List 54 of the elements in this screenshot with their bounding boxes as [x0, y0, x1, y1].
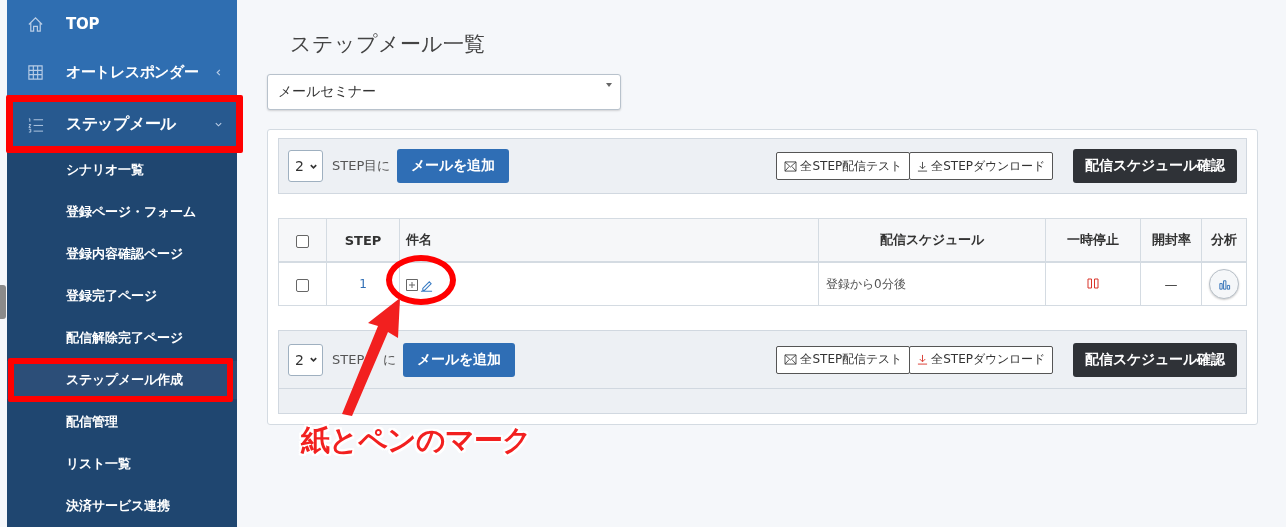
test-send-button[interactable]: 全STEP配信テスト	[776, 152, 911, 180]
pen-icon[interactable]	[420, 278, 433, 292]
row-checkbox[interactable]	[296, 278, 309, 292]
chart-button[interactable]	[1209, 269, 1239, 299]
home-icon	[27, 15, 44, 33]
grid-icon	[27, 63, 44, 81]
select-all-checkbox[interactable]	[296, 234, 309, 248]
step-label: STEP	[332, 352, 365, 367]
test-send-button[interactable]: 全STEP配信テスト	[776, 345, 911, 374]
sidebar-subitem[interactable]: リスト一覧	[7, 443, 237, 485]
download-button[interactable]: 全STEPダウンロード	[909, 345, 1053, 374]
column-header: 配信スケジュール	[818, 218, 1046, 262]
pause-icon[interactable]	[1087, 277, 1099, 289]
sidebar-subitem[interactable]: 登録内容確認ページ	[7, 233, 237, 275]
sidebar-subitem[interactable]: 登録ページ・フォーム	[7, 191, 237, 233]
numbered-list-icon	[27, 115, 44, 133]
step-select[interactable]: 2	[288, 343, 323, 376]
column-header: 一時停止	[1045, 218, 1141, 262]
scenario-select[interactable]: メールセミナー	[267, 74, 621, 110]
column-header: 分析	[1201, 218, 1247, 262]
download-button[interactable]: 全STEPダウンロード	[909, 152, 1053, 180]
column-header: 開封率	[1140, 218, 1202, 262]
sidebar-label: オートレスポンダー	[66, 62, 200, 82]
step-select[interactable]: 2	[288, 150, 323, 182]
add-mail-button[interactable]: メールを追加	[403, 342, 516, 377]
page-title: ステップメール一覧	[290, 31, 486, 58]
column-header: STEP	[326, 218, 400, 262]
sidebar-label: TOP	[66, 15, 101, 33]
callout-text: 紙とペンのマーク	[301, 422, 531, 459]
envelope-icon	[784, 354, 798, 365]
dropdown-icon	[606, 83, 612, 87]
expand-icon[interactable]	[406, 279, 418, 291]
download-icon	[917, 160, 929, 172]
sidebar-subitem[interactable]: 登録完了ページ	[7, 275, 237, 317]
add-mail-button[interactable]: メールを追加	[397, 149, 510, 183]
column-header: 件名	[399, 218, 819, 262]
schedule-cell: 登録から0分後	[818, 262, 1046, 306]
download-icon	[917, 354, 929, 365]
sidebar-subitem[interactable]: 配信管理	[7, 401, 237, 443]
step-label: STEP目に	[332, 157, 391, 175]
sidebar-item[interactable]: TOP	[7, 0, 237, 48]
chevron-down-icon	[309, 355, 318, 364]
envelope-icon	[784, 160, 798, 172]
sidebar-item[interactable]: オートレスポンダー	[7, 48, 237, 96]
schedule-button[interactable]: 配信スケジュール確認	[1073, 149, 1237, 183]
sidebar-subitem[interactable]: 配信解除完了ページ	[7, 317, 237, 359]
schedule-button[interactable]: 配信スケジュール確認	[1073, 342, 1237, 377]
sidebar-subitem[interactable]: ステップメール作成	[7, 361, 237, 399]
sidebar-subitem[interactable]: 決済サービス連携	[7, 485, 237, 527]
bar-chart-icon	[1217, 277, 1231, 291]
sidebar-label: ステップメール	[66, 113, 177, 135]
open-rate-cell: —	[1140, 262, 1202, 306]
sidebar-subitem[interactable]: シナリオ一覧	[7, 149, 237, 191]
step-label: に	[383, 350, 397, 369]
